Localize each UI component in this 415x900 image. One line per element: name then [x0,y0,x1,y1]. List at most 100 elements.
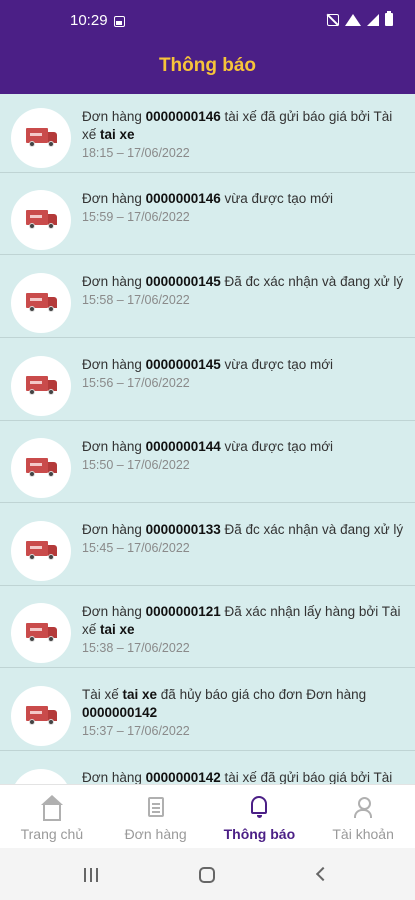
home-icon [40,795,63,821]
truck-avatar [11,521,71,581]
truck-icon [26,706,58,726]
message-text: Đơn hàng [82,439,146,454]
tab-orders[interactable]: Đơn hàng [104,785,208,848]
notification-item[interactable]: Đơn hàng 0000000142 tài xế đã gửi báo gi… [0,755,415,784]
recent-apps-icon[interactable] [84,868,98,882]
truck-avatar [11,190,71,250]
notification-time: 15:37 – 17/06/2022 [82,724,190,738]
notification-message: Đơn hàng 0000000146 tài xế đã gửi báo gi… [82,108,407,144]
message-highlight: tai xe [100,622,135,637]
app-bar: Thông báo [0,38,415,94]
status-time: 10:29 [70,12,108,29]
truck-icon [26,541,58,561]
bottom-tab-bar: Trang chủ Đơn hàng Thông báo Tài khoản [0,784,415,848]
message-highlight: 0000000146 [145,191,221,206]
battery-icon [385,11,393,26]
message-text: Tài xế [82,687,123,702]
notification-content: Đơn hàng 0000000144 vừa được tạo mới 15:5… [82,438,407,472]
notification-item[interactable]: Đơn hàng 0000000146 vừa được tạo mới 15:5… [0,176,415,255]
notification-message: Đơn hàng 0000000146 vừa được tạo mới [82,190,407,208]
notification-item[interactable]: Đơn hàng 0000000145 vừa được tạo mới 15:5… [0,342,415,421]
message-text: Đơn hàng [82,191,146,206]
truck-avatar [11,603,71,663]
truck-avatar [11,769,71,784]
notification-time: 15:38 – 17/06/2022 [82,641,190,655]
message-highlight: 0000000145 [145,274,221,289]
notification-message: Đơn hàng 0000000142 tài xế đã gửi báo gi… [82,769,407,784]
notification-time: 15:56 – 17/06/2022 [82,376,190,390]
message-highlight: tai xe [122,687,158,702]
message-highlight: 0000000144 [145,439,221,454]
truck-icon [26,458,58,478]
truck-avatar [11,438,71,498]
tab-account-label: Tài khoản [332,826,394,842]
message-text: Đã đc xác nhận và đang xử lý [220,522,404,537]
message-text: Đơn hàng [82,522,146,537]
notification-content: Đơn hàng 0000000121 Đã xác nhận lấy hàng… [82,603,407,655]
truck-avatar [11,686,71,746]
back-icon[interactable] [315,866,331,882]
notification-message: Đơn hàng 0000000133 Đã đc xác nhận và đa… [82,521,407,539]
tab-account[interactable]: Tài khoản [311,785,415,848]
page-title: Thông báo [158,55,257,76]
message-highlight: 0000000133 [145,522,221,537]
notification-item[interactable]: Đơn hàng 0000000145 Đã đc xác nhận và đa… [0,259,415,338]
gallery-icon [114,16,125,27]
notification-content: Đơn hàng 0000000146 tài xế đã gửi báo gi… [82,108,407,160]
notification-message: Tài xế tai xe đã hủy báo giá cho đơn Đơn… [82,686,407,722]
notification-content: Đơn hàng 0000000142 tài xế đã gửi báo gi… [82,769,407,784]
notification-item[interactable]: Đơn hàng 0000000146 tài xế đã gửi báo gi… [0,94,415,173]
notification-message: Đơn hàng 0000000145 Đã đc xác nhận và đa… [82,273,407,291]
truck-icon [26,128,58,148]
message-text: đã hủy báo giá cho đơn Đơn hàng [157,687,367,702]
message-text: Đơn hàng [82,274,146,289]
truck-icon [26,376,58,396]
tab-notifications-label: Thông báo [223,826,296,842]
notification-item[interactable]: Đơn hàng 0000000121 Đã xác nhận lấy hàng… [0,589,415,668]
notification-content: Đơn hàng 0000000146 vừa được tạo mới 15:5… [82,190,407,224]
truck-icon [26,210,58,230]
truck-avatar [11,273,71,333]
truck-avatar [11,108,71,168]
message-text: Đơn hàng [82,109,146,124]
notification-message: Đơn hàng 0000000121 Đã xác nhận lấy hàng… [82,603,407,639]
notification-time: 15:59 – 17/06/2022 [82,210,190,224]
notification-time: 15:45 – 17/06/2022 [82,541,190,555]
message-text: vừa được tạo mới [220,191,334,206]
truck-icon [26,623,58,643]
notification-content: Đơn hàng 0000000145 Đã đc xác nhận và đa… [82,273,407,307]
signal-icon [367,13,379,26]
truck-icon [26,293,58,313]
user-icon [354,797,373,818]
notification-time: 15:58 – 17/06/2022 [82,293,190,307]
message-text: Đơn hàng [82,604,146,619]
wifi-icon [345,13,361,26]
message-highlight: 0000000142 [82,705,158,720]
notification-item[interactable]: Tài xế tai xe đã hủy báo giá cho đơn Đơn… [0,672,415,751]
notification-content: Tài xế tai xe đã hủy báo giá cho đơn Đơn… [82,686,407,738]
system-icons [327,11,393,26]
bell-icon [251,796,268,818]
message-text: Đã đc xác nhận và đang xử lý [220,274,404,289]
tab-home[interactable]: Trang chủ [0,785,104,848]
notification-item[interactable]: Đơn hàng 0000000144 vừa được tạo mới 15:5… [0,424,415,503]
message-text: vừa được tạo mới [220,439,334,454]
tab-home-label: Trang chủ [20,826,84,842]
system-nav-bar [0,848,415,900]
tab-notifications[interactable]: Thông báo [208,785,312,848]
message-highlight: 0000000145 [145,357,221,372]
notification-list[interactable]: Đơn hàng 0000000146 tài xế đã gửi báo gi… [0,94,415,784]
message-highlight: 0000000142 [145,770,221,784]
mute-icon [327,13,339,26]
notification-time: 15:50 – 17/06/2022 [82,458,190,472]
notification-content: Đơn hàng 0000000145 vừa được tạo mới 15:5… [82,356,407,390]
message-highlight: 0000000121 [145,604,221,619]
notification-time: 18:15 – 17/06/2022 [82,146,190,160]
message-highlight: tai xe [100,127,135,142]
notification-message: Đơn hàng 0000000144 vừa được tạo mới [82,438,407,456]
notification-item[interactable]: Đơn hàng 0000000133 Đã đc xác nhận và đa… [0,507,415,586]
truck-avatar [11,356,71,416]
tab-orders-label: Đơn hàng [124,826,187,842]
message-text: Đơn hàng [82,357,146,372]
home-button-icon[interactable] [199,867,215,883]
